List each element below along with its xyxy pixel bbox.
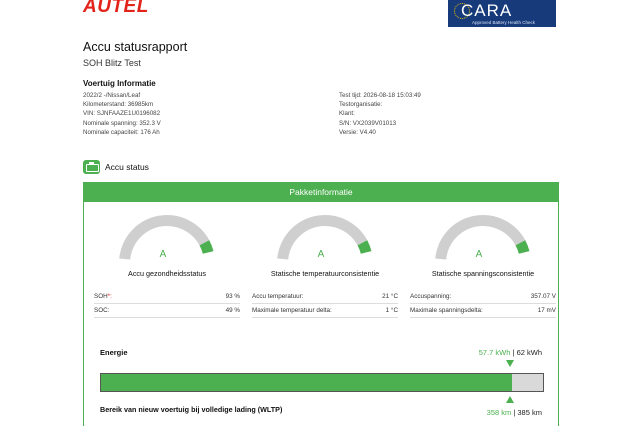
max-temp-delta-value: 1 °C xyxy=(385,307,398,314)
soc-row: SOC: 49 % xyxy=(94,304,240,318)
info-vin: VIN: SJNFAAZE1U0196082 xyxy=(83,110,161,118)
info-version: Versie: V4.40 xyxy=(339,128,376,136)
range-total: 385 km xyxy=(517,408,542,417)
gauge-title: Statische temperatuurconsistentie xyxy=(270,269,380,278)
energy-label: Energie xyxy=(100,348,128,357)
max-temp-delta-row: Maximale temperatuur delta: 1 °C xyxy=(252,304,398,318)
range-value: 358 km | 385 km xyxy=(487,408,542,417)
cara-name: CARA xyxy=(461,1,513,20)
energy-current: 57.7 kWh xyxy=(478,348,511,357)
info-nominal-capacity: Nominale capaciteit: 176 Ah xyxy=(83,128,160,136)
accu-status-header: Accu status xyxy=(83,160,149,174)
range-current: 358 km xyxy=(486,408,512,417)
gauge-title: Accu gezondheidsstatus xyxy=(128,269,206,278)
energy-bar xyxy=(100,373,544,392)
range-label: Bereik van nieuw voertuig bij volledige … xyxy=(100,405,283,414)
voltage-gauge: A xyxy=(435,215,530,260)
vehicle-info-right: Test tijd: 2026-08-18 15:03:49 Testorgan… xyxy=(339,91,421,137)
info-model: 2022/2 -/Nissan/Leaf xyxy=(83,92,141,99)
report-title: Accu statusrapport xyxy=(83,40,188,54)
temperature-gauge: A xyxy=(277,215,372,260)
soc-value: 49 % xyxy=(225,307,240,314)
battery-temp-value: 21 °C xyxy=(382,293,398,300)
battery-icon xyxy=(83,160,100,174)
gauge-voltage: A Statische spanningsconsistentie Accusp… xyxy=(408,209,558,318)
autel-logo: AUTEL xyxy=(83,0,149,17)
max-voltage-delta-value: 17 mV xyxy=(537,307,556,314)
battery-temp-row: Accu temperatuur: 21 °C xyxy=(252,290,398,304)
cara-subtitle: Approved Battery Health Check xyxy=(472,20,536,25)
gauge-health: A Accu gezondheidsstatus SOH*: 93 % SOC:… xyxy=(92,209,242,318)
max-voltage-delta-row: Maximale spanningsdelta: 17 mV xyxy=(410,304,556,318)
max-temp-delta-label: Maximale temperatuur delta: xyxy=(252,307,332,314)
battery-voltage-value: 357.07 V xyxy=(530,293,556,300)
accu-status-label: Accu status xyxy=(105,162,149,172)
info-test-org: Testorganisatie: xyxy=(339,101,383,109)
health-gauge: A xyxy=(119,215,214,260)
report-subtitle: SOH Blitz Test xyxy=(83,58,141,68)
battery-voltage-label: Accuspanning: xyxy=(410,293,452,300)
info-serial: S/N: VX2039V01013 xyxy=(339,119,397,127)
battery-temp-label: Accu temperatuur: xyxy=(252,293,304,300)
soh-label: SOH xyxy=(94,293,108,300)
vehicle-info-heading: Voertuig Informatie xyxy=(83,79,156,88)
battery-voltage-row: Accuspanning: 357.07 V xyxy=(410,290,556,304)
range-marker-icon xyxy=(506,396,514,403)
energy-marker-icon xyxy=(506,360,514,367)
energy-value: 57.7 kWh | 62 kWh xyxy=(479,348,542,357)
gauge-grade: A xyxy=(318,249,325,260)
vehicle-info-left: 2022/2 -/Nissan/Leaf Kilometerstand: 369… xyxy=(83,91,161,137)
info-mileage: Kilometerstand: 36985km xyxy=(83,101,154,109)
soh-asterisk: *: xyxy=(107,293,112,300)
soc-label: SOC: xyxy=(94,307,110,314)
info-customer: Klant: xyxy=(339,110,355,118)
soh-value: 93 % xyxy=(225,293,240,300)
package-info-panel: Pakketinformatie A Accu gezondheidsstatu… xyxy=(83,182,559,426)
gauge-title: Statische spanningsconsistentie xyxy=(431,269,535,278)
soh-row: SOH*: 93 % xyxy=(94,290,240,304)
package-info-heading: Pakketinformatie xyxy=(84,183,558,202)
energy-bar-fill xyxy=(101,374,513,391)
cara-badge: CARA Approved Battery Health Check xyxy=(448,0,556,27)
energy-total: 62 kWh xyxy=(516,348,542,357)
info-test-time: Test tijd: 2026-08-18 15:03:49 xyxy=(339,92,421,99)
gauge-grade: A xyxy=(160,249,167,260)
gauge-grade: A xyxy=(476,249,483,260)
info-nominal-voltage: Nominale spanning: 352.3 V xyxy=(83,119,161,127)
max-voltage-delta-label: Maximale spanningsdelta: xyxy=(410,307,483,314)
gauge-temperature: A Statische temperatuurconsistentie Accu… xyxy=(250,209,400,318)
